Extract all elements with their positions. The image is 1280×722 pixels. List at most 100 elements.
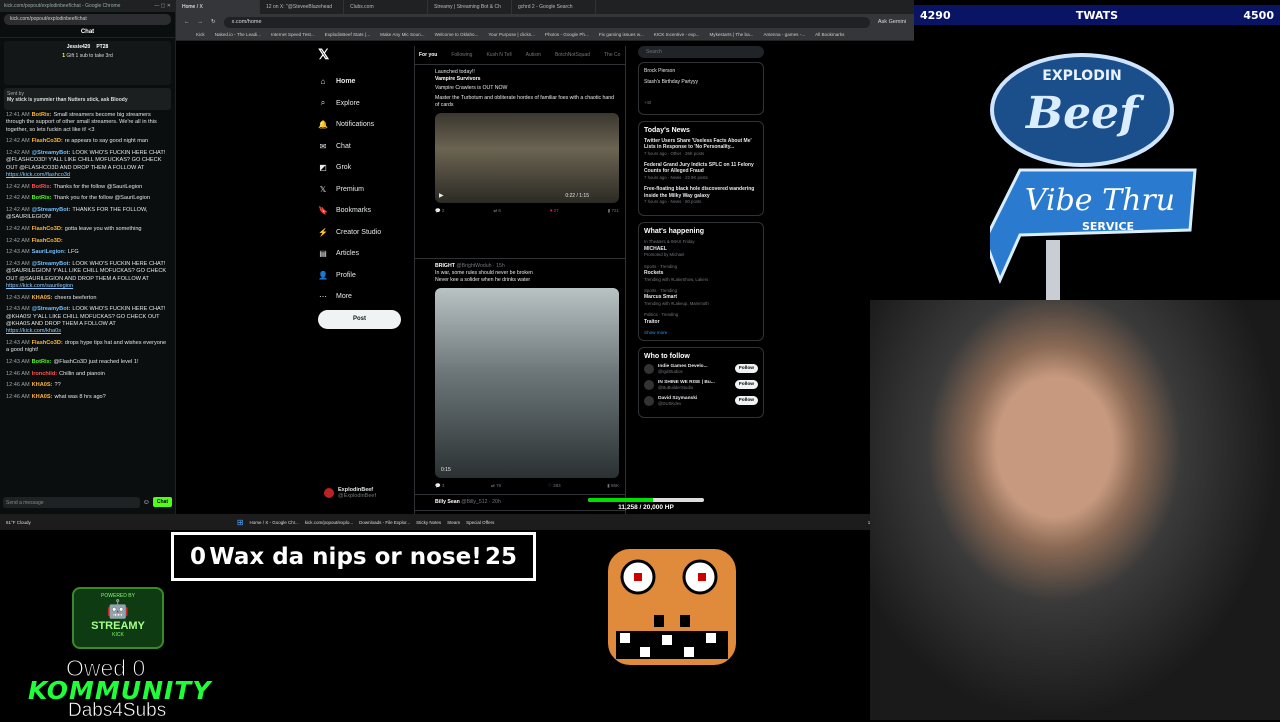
post[interactable]: BRIGHT @BrightWoduh · 15h In war, some r… — [415, 259, 625, 495]
bookmark-item[interactable]: Internet Speed Test... — [271, 32, 315, 38]
tab-autism[interactable]: Autism — [526, 52, 541, 58]
bookmark-item[interactable]: Photos - Google Ph... — [545, 32, 589, 38]
pinned-message[interactable]: Sent by My stick is yummier than Nutters… — [4, 88, 171, 110]
taskbar-item[interactable]: Home / X - Google Chr... — [250, 520, 299, 525]
message-user[interactable]: FlashCo3D: — [32, 138, 63, 144]
taskbar-item[interactable]: Special Offers — [466, 520, 494, 525]
nav-item-premium[interactable]: 𝕏 Premium — [318, 179, 408, 201]
reply-icon[interactable]: 💬 3 — [435, 482, 444, 489]
follow-button[interactable]: Follow — [734, 396, 758, 406]
message-user[interactable]: BotRix: — [32, 359, 52, 365]
nav-item-chat[interactable]: ✉ Chat — [318, 136, 408, 158]
tab-for-you[interactable]: For you — [419, 52, 437, 58]
follow-button[interactable]: Follow — [734, 364, 758, 374]
avatar[interactable] — [644, 395, 654, 406]
nav-item-grok[interactable]: ◩ Grok — [318, 157, 408, 179]
post-video[interactable]: 0:15 — [435, 288, 619, 478]
window-controls[interactable]: — ▢ ✕ — [154, 3, 171, 9]
bookmark-item[interactable]: Kick — [196, 32, 205, 38]
browser-tab[interactable]: 12 on X: "@SteveeBlazehead — [260, 0, 344, 14]
post[interactable]: Launched today!! Vampire Survivors Vampi… — [415, 65, 625, 259]
forward-icon[interactable]: → — [198, 19, 204, 25]
account-switcher[interactable]: ExplodinBeef @ExplodinBeef — [324, 487, 376, 499]
message-user[interactable]: FlashCo3D: — [32, 238, 63, 244]
bookmark-item[interactable]: Mykestarts | The ba... — [709, 32, 753, 38]
bookmark-item[interactable]: Your Purpose | clicks... — [488, 32, 534, 38]
tab-kush-n-tell[interactable]: Kush N Tell — [486, 52, 511, 58]
trend-item[interactable]: Sports · Trending Rockets Trending with #L… — [644, 264, 758, 283]
post-video[interactable]: ▶ 0:22 / 1:15 — [435, 113, 619, 203]
all-bookmarks[interactable]: All Bookmarks — [815, 32, 844, 38]
message-user[interactable]: KHA0S: — [32, 295, 53, 301]
emote-icon[interactable]: ☺ — [143, 499, 150, 506]
message-user[interactable]: @StreamyBot: — [32, 261, 71, 267]
nav-item-explore[interactable]: ⌕ Explore — [318, 93, 408, 115]
nav-item-notifications[interactable]: 🔔 Notifications — [318, 114, 408, 136]
bookmark-item[interactable]: ExplodinBeef Stats (... — [325, 32, 370, 38]
trend-item[interactable]: Sports · Trending Marcus Smart Trending wi… — [644, 288, 758, 307]
message-user[interactable]: @StreamyBot: — [32, 306, 71, 312]
nav-item-articles[interactable]: ▤ Articles — [318, 243, 408, 265]
message-link[interactable]: https://kick.com/kha0s — [6, 328, 61, 334]
bookmark-item[interactable]: Welcome to Oklaho... — [435, 32, 479, 38]
message-user[interactable]: @StreamyBot: — [32, 207, 71, 213]
bookmark-item[interactable]: Fix gaming issues w... — [599, 32, 644, 38]
message-user[interactable]: KHA0S: — [32, 382, 53, 388]
post-author[interactable]: Billy Sean — [435, 499, 460, 505]
repost-icon[interactable]: ⇄ 6 — [493, 207, 501, 214]
nav-item-more[interactable]: ⋯ More — [318, 286, 408, 308]
like-icon[interactable]: ♥ 27 — [550, 207, 559, 214]
nav-item-home[interactable]: ⌂ Home — [318, 71, 408, 93]
url-field[interactable]: x.com/home — [223, 16, 870, 28]
browser-tab[interactable]: gchrd 2 - Google Search — [512, 0, 596, 14]
news-item[interactable]: Federal Grand Jury Indicts SPLC on 11 Fe… — [644, 162, 758, 181]
message-link[interactable]: https://kick.com/flashco3d — [6, 172, 70, 178]
post-button[interactable]: Post — [318, 310, 401, 329]
reload-icon[interactable]: ↻ — [211, 19, 216, 25]
bookmark-item[interactable]: Antenna - games -... — [763, 32, 805, 38]
tab-botchnotsquad[interactable]: BotchNotSquad — [555, 52, 590, 58]
taskbar-item[interactable]: Sticky Notes — [416, 520, 441, 525]
reply-icon[interactable]: 💬 2 — [435, 207, 444, 214]
spaces-card[interactable]: Brock Pierson Stash's Birthday Partyyy +… — [638, 62, 764, 115]
ask-gemini-button[interactable]: Ask Gemini — [878, 19, 906, 25]
chat-address-bar[interactable]: kick.com/popout/explodinbeef/chat — [4, 14, 171, 25]
message-link[interactable]: https://kick.com/saurilegion — [6, 283, 73, 289]
browser-tab[interactable]: Home / X — [176, 0, 260, 14]
nav-item-profile[interactable]: 👤 Profile — [318, 265, 408, 287]
views-icon[interactable]: ▮ 721 — [608, 207, 619, 214]
trend-item[interactable]: Politics · Trending Traitor — [644, 312, 758, 325]
bookmark-item[interactable]: KICK Incentive - exp... — [654, 32, 700, 38]
tab-the-co[interactable]: The Co — [604, 52, 620, 58]
taskbar-item[interactable]: Downloads - File Explor... — [359, 520, 410, 525]
message-user[interactable]: FlashCo3D: — [32, 226, 63, 232]
play-icon[interactable]: ▶ — [439, 193, 444, 200]
start-icon[interactable]: ⊞ — [237, 518, 244, 527]
x-logo-icon[interactable]: 𝕏 — [318, 46, 408, 63]
like-icon[interactable]: ♡ 283 — [548, 482, 561, 489]
taskbar-item[interactable]: kick.com/popout/explo... — [305, 520, 353, 525]
trend-item[interactable]: In Theaters & IMAX Friday MICHAEL Promoted… — [644, 239, 758, 258]
follow-button[interactable]: Follow — [734, 380, 758, 390]
chat-input[interactable]: Send a message — [3, 496, 140, 508]
weather-widget[interactable]: 61°F Cloudy — [6, 520, 31, 525]
repost-icon[interactable]: ⇄ 76 — [491, 482, 501, 489]
tab-following[interactable]: Following — [451, 52, 472, 58]
avatar[interactable] — [644, 379, 654, 390]
avatar[interactable] — [644, 363, 654, 374]
browser-tab[interactable]: Clubs.com — [344, 0, 428, 14]
message-user[interactable]: BotRix: — [32, 184, 52, 190]
views-icon[interactable]: ▮ 86K — [607, 482, 619, 489]
message-user[interactable]: Ironchild: — [32, 371, 57, 377]
show-more-link[interactable]: Show more — [644, 330, 758, 335]
chat-send-button[interactable]: Chat — [152, 497, 172, 507]
news-item[interactable]: Twitter Users Share 'Useless Facts About… — [644, 138, 758, 157]
nav-item-creator-studio[interactable]: ⚡ Creator Studio — [318, 222, 408, 244]
message-user[interactable]: SauriLegion: — [32, 249, 66, 255]
message-user[interactable]: @StreamyBot: — [32, 150, 71, 156]
message-user[interactable]: FlashCo3D: — [32, 340, 63, 346]
nav-item-bookmarks[interactable]: 🔖 Bookmarks — [318, 200, 408, 222]
message-user[interactable]: BotRix: — [32, 112, 52, 118]
message-user[interactable]: BotRix: — [32, 195, 52, 201]
message-user[interactable]: KHA0S: — [32, 394, 53, 400]
